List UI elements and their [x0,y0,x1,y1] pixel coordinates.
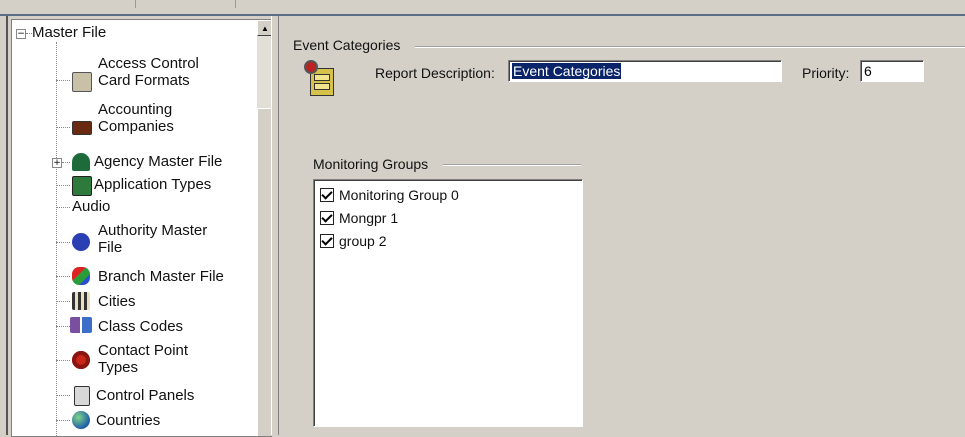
control-panels-icon [74,386,90,406]
tree-content: − Master File Access Control Card Formats… [12,20,256,436]
collapse-icon[interactable]: − [16,29,26,39]
tree-item-countries[interactable]: Countries [96,412,160,429]
agency-icon [72,153,90,171]
group-divider [415,46,965,48]
tree-item-agency[interactable]: Agency Master File [94,153,222,170]
tree-item-access-control[interactable]: Access Control Card Formats [98,55,199,89]
tree-scrollbar[interactable]: ▲ [257,20,272,436]
tree-item-accounting[interactable]: Accounting Companies [98,101,174,135]
tree-item-control-panels[interactable]: Control Panels [96,387,194,404]
master-file-tree[interactable]: − Master File Access Control Card Formats… [11,19,272,437]
monitoring-group-item[interactable]: Mongpr 1 [320,208,398,228]
expand-icon[interactable]: + [52,158,62,168]
class-codes-icon [70,317,92,333]
window-top-bar [0,0,965,16]
monitoring-groups-title: Monitoring Groups [313,156,429,172]
globe-icon [72,411,90,429]
application-types-icon [72,176,92,196]
priority-label: Priority: [802,65,850,81]
card-formats-icon [72,72,92,92]
checkbox[interactable] [320,234,334,248]
tree-item-class-codes[interactable]: Class Codes [98,318,183,335]
event-categories-group-title: Event Categories [293,37,401,53]
authority-icon [72,233,90,251]
pane-splitter[interactable] [271,16,279,435]
left-edge [0,16,10,435]
cities-icon [72,292,90,310]
monitoring-group-item[interactable]: group 2 [320,231,386,251]
monitoring-group-item[interactable]: Monitoring Group 0 [320,185,459,205]
tree-item-contact-point[interactable]: Contact Point Types [98,342,188,376]
scroll-thumb[interactable] [257,108,272,436]
tree-item-application-types[interactable]: Application Types [94,176,211,193]
report-description-field[interactable]: Event Categories [508,60,782,82]
tab-divider [0,0,236,8]
tree-item-cities[interactable]: Cities [98,293,136,310]
tree-item-audio[interactable]: Audio [72,198,110,215]
scroll-up-button[interactable]: ▲ [257,20,272,36]
tree-item-authority[interactable]: Authority Master File [98,222,207,256]
checkbox[interactable] [320,211,334,225]
contact-point-icon [72,351,90,369]
report-description-label: Report Description: [375,65,495,81]
event-categories-icon [304,60,336,96]
accounting-icon [72,121,92,135]
tree-item-branch[interactable]: Branch Master File [98,268,224,285]
checkbox[interactable] [320,188,334,202]
priority-field[interactable]: 6 [860,60,924,82]
branch-icon [72,267,90,285]
monitoring-divider [443,164,581,166]
report-description-value: Event Categories [512,63,622,79]
detail-pane: Event Categories Report Description: Eve… [280,16,965,435]
tree-root-master-file[interactable]: Master File [32,24,106,41]
monitoring-groups-list[interactable]: Monitoring Group 0 Mongpr 1 group 2 [313,179,583,427]
